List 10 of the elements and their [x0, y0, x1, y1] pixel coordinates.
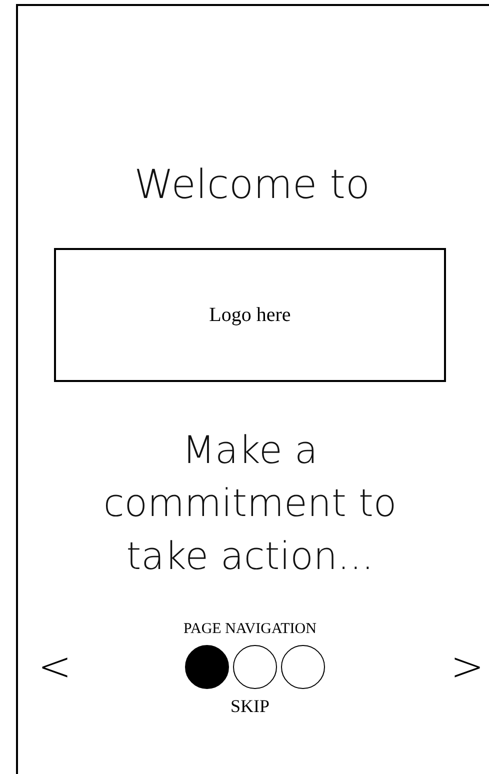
page-dot[interactable] [233, 645, 277, 689]
page-dot[interactable] [281, 645, 325, 689]
welcome-heading: Welcome to [134, 162, 370, 208]
previous-button[interactable]: < [38, 644, 72, 690]
navigation-label: PAGE NAVIGATION [184, 621, 316, 638]
next-button[interactable]: > [450, 644, 484, 690]
logo-label: Logo here [209, 304, 291, 326]
tagline: Make a commitment to take action... [102, 427, 398, 580]
page-dot[interactable] [185, 645, 229, 689]
skip-button[interactable]: SKIP [230, 696, 270, 717]
